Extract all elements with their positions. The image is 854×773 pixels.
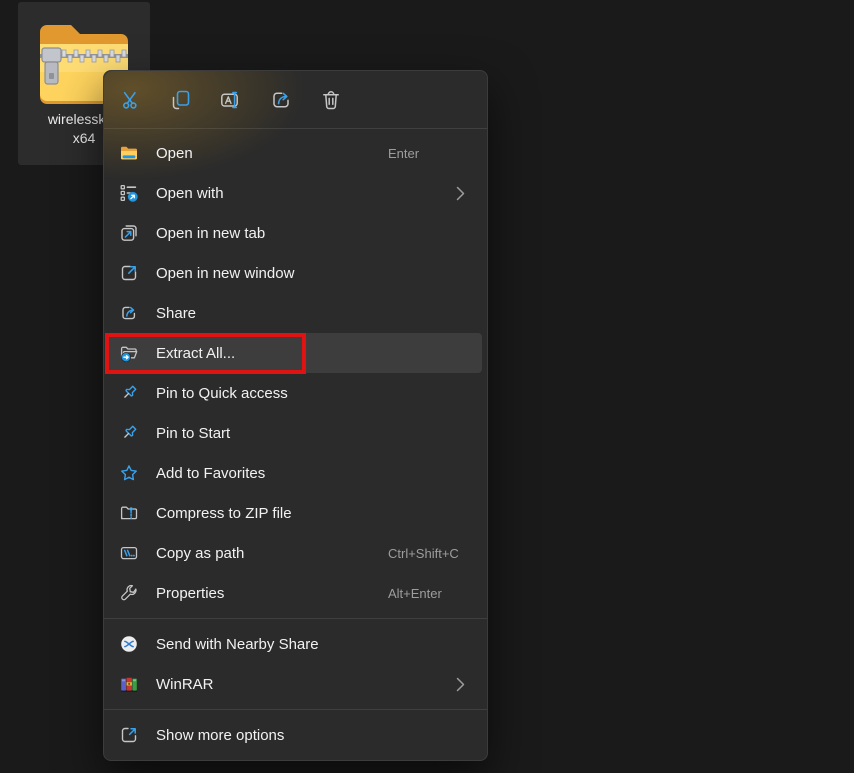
menu-item-label: Show more options [156, 727, 284, 744]
wrench-icon [119, 583, 139, 603]
context-menu-items: Open Enter Open with [104, 129, 487, 755]
star-icon [119, 463, 139, 483]
share-button[interactable] [263, 82, 299, 118]
menu-item-label: Send with Nearby Share [156, 636, 319, 653]
file-explorer-folder-icon [119, 143, 139, 163]
menu-item-pin-to-start[interactable]: Pin to Start [109, 413, 482, 453]
menu-item-compress-to-zip[interactable]: Compress to ZIP file [109, 493, 482, 533]
menu-item-extract-all[interactable]: Extract All... [109, 333, 482, 373]
context-menu-toolbar [104, 71, 487, 128]
share-icon [269, 88, 293, 112]
menu-item-send-with-nearby-share[interactable]: Send with Nearby Share [109, 624, 482, 664]
menu-item-label: Open in new window [156, 265, 294, 282]
menu-item-add-to-favorites[interactable]: Add to Favorites [109, 453, 482, 493]
extract-all-icon [119, 343, 139, 363]
pin-icon [119, 423, 139, 443]
menu-item-label: Share [156, 305, 196, 322]
menu-item-show-more-options[interactable]: Show more options [109, 715, 482, 755]
cut-icon [119, 88, 143, 112]
cut-button[interactable] [113, 82, 149, 118]
menu-item-shortcut: Enter [388, 146, 419, 161]
menu-item-label: Properties [156, 585, 224, 602]
open-with-icon [119, 183, 139, 203]
menu-item-label: Copy as path [156, 545, 244, 562]
menu-item-pin-to-quick-access[interactable]: Pin to Quick access [109, 373, 482, 413]
menu-item-shortcut: Ctrl+Shift+C [388, 546, 459, 561]
context-menu: Open Enter Open with [103, 70, 488, 761]
menu-item-label: Open in new tab [156, 225, 265, 242]
menu-separator [104, 709, 487, 710]
copy-icon [169, 88, 193, 112]
pin-icon [119, 383, 139, 403]
open-in-new-tab-icon [119, 223, 139, 243]
menu-item-open-with[interactable]: Open with [109, 173, 482, 213]
share-icon [119, 303, 139, 323]
menu-item-open[interactable]: Open Enter [109, 133, 482, 173]
rename-button[interactable] [213, 82, 249, 118]
menu-item-open-in-new-window[interactable]: Open in new window [109, 253, 482, 293]
chevron-right-icon [456, 185, 466, 201]
copy-button[interactable] [163, 82, 199, 118]
menu-item-label: Open with [156, 185, 224, 202]
menu-item-label: Pin to Start [156, 425, 230, 442]
rename-icon [219, 88, 243, 112]
copy-path-icon [119, 543, 139, 563]
menu-item-shortcut: Alt+Enter [388, 586, 442, 601]
delete-icon [319, 88, 343, 112]
winrar-icon [119, 674, 139, 694]
menu-item-share[interactable]: Share [109, 293, 482, 333]
zip-folder-icon [119, 503, 139, 523]
menu-item-label: Compress to ZIP file [156, 505, 292, 522]
menu-item-label: Extract All... [156, 345, 235, 362]
menu-item-open-in-new-tab[interactable]: Open in new tab [109, 213, 482, 253]
nearby-share-icon [119, 634, 139, 654]
menu-item-properties[interactable]: Properties Alt+Enter [109, 573, 482, 613]
chevron-right-icon [456, 676, 466, 692]
menu-item-label: Pin to Quick access [156, 385, 288, 402]
menu-separator [104, 618, 487, 619]
menu-item-label: Add to Favorites [156, 465, 265, 482]
menu-item-winrar[interactable]: WinRAR [109, 664, 482, 704]
menu-item-label: WinRAR [156, 676, 214, 693]
open-in-new-window-icon [119, 263, 139, 283]
menu-item-copy-as-path[interactable]: Copy as path Ctrl+Shift+C [109, 533, 482, 573]
show-more-options-icon [119, 725, 139, 745]
delete-button[interactable] [313, 82, 349, 118]
menu-item-label: Open [156, 145, 193, 162]
